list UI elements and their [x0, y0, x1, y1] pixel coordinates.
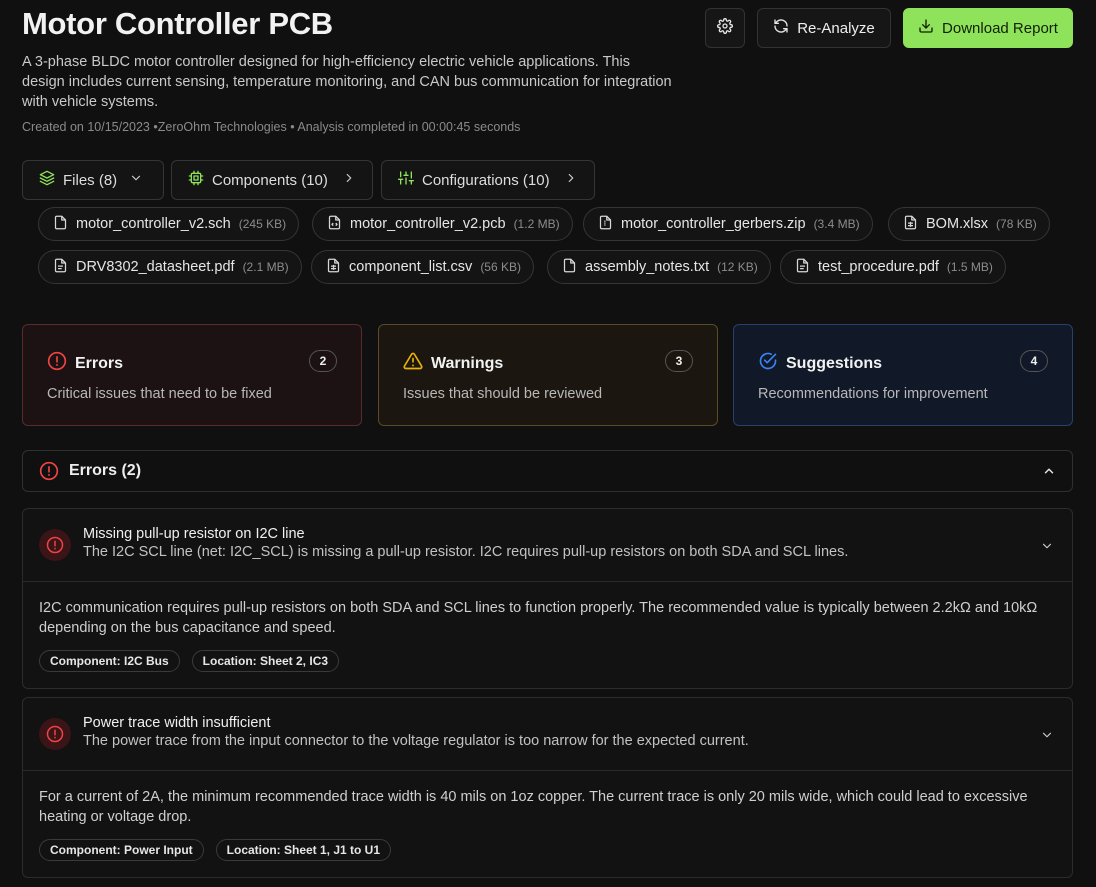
- settings-button[interactable]: [705, 8, 745, 48]
- chevron-right-icon: [564, 171, 578, 189]
- warning-triangle-icon: [403, 351, 423, 376]
- file-size: (1.5 MB): [946, 260, 993, 274]
- file-name: assembly_notes.txt: [585, 259, 710, 275]
- suggestions-card-desc: Recommendations for improvement: [758, 386, 988, 402]
- gear-icon: [717, 18, 733, 38]
- warnings-card-title: Warnings: [431, 354, 504, 372]
- file-chip[interactable]: component_list.csv (56 KB): [311, 250, 534, 284]
- tab-configurations[interactable]: Configurations (10): [381, 160, 595, 200]
- errors-count-badge: 2: [309, 350, 337, 372]
- file-size: (245 KB): [238, 217, 287, 231]
- file-chip[interactable]: BOM.xlsx (78 KB): [888, 207, 1050, 241]
- file-chip[interactable]: test_procedure.pdf (1.5 MB): [780, 250, 1006, 284]
- file-text-icon: [795, 258, 810, 277]
- alert-circle-icon: [39, 529, 71, 561]
- file-name: DRV8302_datasheet.pdf: [76, 259, 235, 275]
- file-chip[interactable]: assembly_notes.txt (12 KB): [547, 250, 771, 284]
- alert-circle-icon: [39, 461, 59, 481]
- chevron-down-icon[interactable]: [1040, 728, 1054, 742]
- issue-detail: I2C communication requires pull-up resis…: [39, 600, 1038, 636]
- errors-section-header[interactable]: Errors (2): [22, 450, 1073, 492]
- project-description: A 3-phase BLDC motor controller designed…: [22, 54, 672, 110]
- file-size: (3.4 MB): [813, 217, 860, 231]
- check-circle-icon: [758, 351, 778, 376]
- errors-section-title: Errors (2): [69, 462, 142, 479]
- file-size: (56 KB): [480, 260, 521, 274]
- issue-header[interactable]: Power trace width insufficient The power…: [23, 698, 1072, 771]
- file-name: test_procedure.pdf: [818, 259, 939, 275]
- chevron-down-icon: [129, 171, 143, 189]
- file-spreadsheet-icon: [326, 258, 341, 277]
- chevron-down-icon[interactable]: [1040, 539, 1054, 553]
- refresh-icon: [773, 18, 789, 38]
- issue-title: Missing pull-up resistor on I2C line: [83, 526, 305, 542]
- sliders-icon: [398, 170, 414, 190]
- tab-configurations-label: Configurations (10): [422, 171, 550, 189]
- alert-circle-icon: [39, 718, 71, 750]
- location-tag: Location: Sheet 2, IC3: [191, 650, 340, 672]
- suggestions-count-badge: 4: [1020, 350, 1048, 372]
- file-name: motor_controller_v2.pcb: [350, 216, 506, 232]
- component-tag: Component: I2C Bus: [39, 650, 180, 672]
- warnings-count-badge: 3: [665, 350, 693, 372]
- warnings-card[interactable]: Warnings Issues that should be reviewed …: [378, 324, 718, 426]
- suggestions-card[interactable]: Suggestions Recommendations for improvem…: [733, 324, 1073, 426]
- errors-card[interactable]: Errors Critical issues that need to be f…: [22, 324, 362, 426]
- file-code-icon: [327, 215, 342, 234]
- issue-detail: For a current of 2A, the minimum recomme…: [39, 789, 1028, 825]
- file-text-icon: [53, 258, 68, 277]
- reanalyze-button[interactable]: Re-Analyze: [757, 8, 891, 48]
- file-name: component_list.csv: [349, 259, 473, 275]
- file-size: (78 KB): [996, 217, 1037, 231]
- error-issue-item: Missing pull-up resistor on I2C line The…: [22, 508, 1073, 689]
- file-icon: [562, 258, 577, 277]
- tab-components-label: Components (10): [212, 171, 328, 189]
- chevron-right-icon: [342, 171, 356, 189]
- tab-components[interactable]: Components (10): [171, 160, 373, 200]
- file-name: motor_controller_gerbers.zip: [621, 216, 806, 232]
- component-tag: Component: Power Input: [39, 839, 204, 861]
- error-issue-item: Power trace width insufficient The power…: [22, 697, 1073, 878]
- page-title: Motor Controller PCB: [22, 6, 333, 41]
- alert-circle-icon: [47, 351, 67, 376]
- suggestions-card-title: Suggestions: [786, 354, 883, 372]
- file-chip[interactable]: motor_controller_gerbers.zip (3.4 MB): [583, 207, 873, 241]
- file-spreadsheet-icon: [903, 215, 918, 234]
- file-size: (1.2 MB): [513, 217, 560, 231]
- chevron-up-icon: [1042, 464, 1056, 478]
- location-tag: Location: Sheet 1, J1 to U1: [215, 839, 392, 861]
- chip-icon: [188, 170, 204, 190]
- layers-icon: [39, 170, 55, 190]
- issue-header[interactable]: Missing pull-up resistor on I2C line The…: [23, 509, 1072, 582]
- issue-summary: The power trace from the input connector…: [83, 733, 749, 749]
- issue-title: Power trace width insufficient: [83, 715, 271, 731]
- file-icon: [53, 215, 68, 234]
- tab-files[interactable]: Files (8): [22, 160, 164, 200]
- reanalyze-label: Re-Analyze: [797, 19, 875, 37]
- file-size: (12 KB): [717, 260, 758, 274]
- errors-card-desc: Critical issues that need to be fixed: [47, 386, 272, 402]
- file-name: motor_controller_v2.sch: [76, 216, 231, 232]
- file-chip[interactable]: motor_controller_v2.sch (245 KB): [38, 207, 300, 241]
- file-name: BOM.xlsx: [926, 216, 989, 232]
- file-chip[interactable]: DRV8302_datasheet.pdf (2.1 MB): [38, 250, 302, 284]
- download-icon: [918, 18, 934, 38]
- issue-summary: The I2C SCL line (net: I2C_SCL) is missi…: [83, 544, 849, 560]
- errors-card-title: Errors: [75, 354, 124, 372]
- tab-files-label: Files (8): [63, 171, 118, 189]
- download-report-button[interactable]: Download Report: [903, 8, 1073, 48]
- download-label: Download Report: [942, 19, 1058, 37]
- file-archive-icon: [598, 215, 613, 234]
- file-size: (2.1 MB): [242, 260, 289, 274]
- project-meta: Created on 10/15/2023 •ZeroOhm Technolog…: [22, 120, 521, 134]
- warnings-card-desc: Issues that should be reviewed: [403, 386, 603, 402]
- file-chip[interactable]: motor_controller_v2.pcb (1.2 MB): [312, 207, 573, 241]
